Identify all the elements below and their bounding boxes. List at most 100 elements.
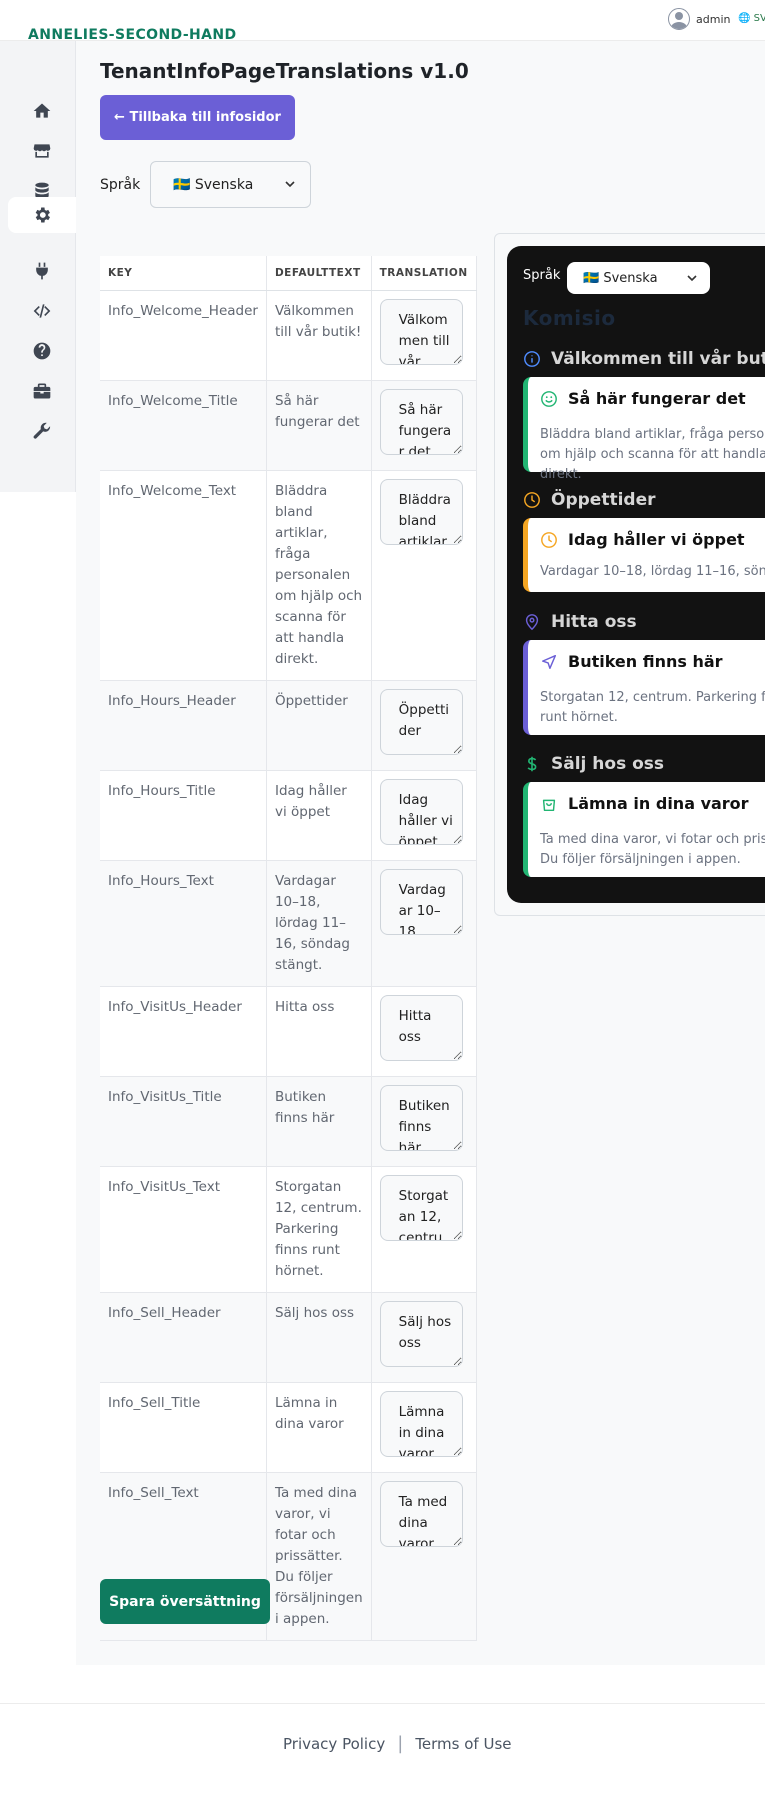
footer-links: Privacy Policy | Terms of Use	[283, 1733, 512, 1754]
preview-info-card: Så här fungerar det Bläddra bland artikl…	[523, 377, 765, 482]
save-translation-button[interactable]: Spara översättning	[100, 1579, 270, 1624]
translation-input[interactable]: Sälj hos oss	[379, 1300, 463, 1367]
navigation-icon	[541, 654, 557, 669]
translation-cell: Välkommen till vår butik!	[371, 290, 477, 381]
preview-card-text: Ta med dina varor, vi fotar och prissätt…	[540, 832, 765, 867]
username: admin	[696, 12, 731, 26]
wrench-icon	[33, 422, 51, 439]
default-text-cell: Välkommen till vår butik!	[266, 290, 372, 381]
preview-language-value: 🇸🇪 Svenska	[583, 270, 658, 286]
info-circle-icon	[524, 351, 540, 367]
footer-separator: |	[397, 1733, 404, 1754]
table-row: Info_VisitUs_Title Butiken finns här Butik…	[100, 1076, 477, 1167]
map-pin-icon	[525, 614, 539, 631]
preview-card-title: Så här fungerar det	[540, 389, 746, 408]
translation-input[interactable]: Vardagar 10–18, lördag 11–16, söndag stä…	[379, 868, 463, 935]
sidebar-item-settings[interactable]	[8, 197, 76, 233]
default-text-cell: Sälj hos oss	[266, 1292, 372, 1383]
translation-cell: Sälj hos oss	[371, 1292, 477, 1383]
translation-input[interactable]: Butiken finns här	[379, 1084, 463, 1151]
sidebar-item-integrations[interactable]	[8, 253, 76, 289]
language-switcher[interactable]: 🌐 SV	[738, 13, 765, 24]
user-menu[interactable]: admin	[668, 8, 730, 30]
preview-card-title: Idag håller vi öppet	[540, 530, 745, 549]
default-text-cell: Öppettider	[266, 680, 372, 771]
chevron-down-icon	[285, 181, 295, 188]
sidebar-item-help[interactable]	[8, 333, 76, 369]
sidebar-item-maintenance[interactable]	[8, 413, 76, 449]
preview-section-header: Välkommen till vår butik!	[523, 349, 765, 369]
translation-cell: Ta med dina varor, vi fotar och prissätt…	[371, 1472, 477, 1641]
translation-cell: Hitta oss	[371, 986, 477, 1077]
table-row: Info_Welcome_Header Välkommen till vår bu…	[100, 290, 477, 381]
column-header-key: KEY	[100, 256, 267, 291]
sidebar-item-store[interactable]	[8, 133, 76, 169]
language-select[interactable]: 🇸🇪 Svenska	[150, 161, 311, 208]
plug-icon	[36, 262, 48, 280]
translations-table: KEY DEFAULTTEXT TRANSLATION Info_Welcome…	[100, 256, 477, 1641]
preview-card-text: Storgatan 12, centrum. Parkering finns r…	[540, 690, 765, 725]
sidebar-item-tools[interactable]	[8, 373, 76, 409]
key-cell: Info_Hours_Text	[100, 860, 267, 987]
default-text-cell: Storgatan 12, centrum. Parkering finns r…	[266, 1166, 372, 1293]
sidebar-item-developer[interactable]	[8, 293, 76, 329]
translation-input[interactable]: Lämna in dina varor	[379, 1390, 463, 1457]
translation-input[interactable]: Hitta oss	[379, 994, 463, 1061]
default-text-cell: Ta med dina varor, vi fotar och prissätt…	[266, 1472, 372, 1641]
preview-info-card: Butiken finns här Storgatan 12, centrum.…	[523, 640, 765, 735]
preview-section-header-text: Sälj hos oss	[551, 754, 665, 774]
preview-card-title-text: Lämna in dina varor	[568, 794, 749, 813]
column-header-defaulttext: DEFAULTTEXT	[266, 256, 372, 291]
privacy-policy-link[interactable]: Privacy Policy	[283, 1735, 385, 1753]
translation-input[interactable]: Välkommen till vår butik!	[379, 298, 463, 365]
translation-cell: Så här fungerar det	[371, 380, 477, 471]
home-icon	[33, 103, 51, 118]
translation-cell: Vardagar 10–18, lördag 11–16, söndag stä…	[371, 860, 477, 987]
sidebar	[0, 41, 76, 492]
preview-card-title: Butiken finns här	[540, 652, 723, 671]
table-row: Info_Welcome_Text Bläddra bland artiklar,…	[100, 470, 477, 681]
question-circle-icon	[33, 342, 51, 360]
preview-section-header-text: Öppettider	[551, 490, 656, 510]
default-text-cell: Butiken finns här	[266, 1076, 372, 1167]
default-text-cell: Lämna in dina varor	[266, 1382, 372, 1473]
back-to-info-pages-button[interactable]: ← Tillbaka till infosidor	[100, 95, 295, 140]
language-select-value: 🇸🇪 Svenska	[173, 176, 254, 193]
language-label: Språk	[100, 177, 141, 193]
translation-input[interactable]: Öppettider	[379, 688, 463, 755]
preview-brand: Komisio	[523, 306, 616, 330]
table-row: Info_VisitUs_Header Hitta oss Hitta oss	[100, 986, 477, 1077]
translation-input[interactable]: Så här fungerar det	[379, 388, 463, 455]
table-row: Info_Sell_Title Lämna in dina varor Lämna …	[100, 1382, 477, 1473]
preview-card-title-text: Så här fungerar det	[568, 389, 746, 408]
preview-info-card: Lämna in dina varor Ta med dina varor, v…	[523, 782, 765, 877]
preview-info-card: Idag håller vi öppet Vardagar 10–18, lör…	[523, 518, 765, 592]
preview-language-select[interactable]: 🇸🇪 Svenska	[567, 262, 710, 294]
top-bar: ANNELIES-SECOND-HAND admin 🌐 SV	[0, 0, 765, 43]
preview-card-text: Vardagar 10–18, lördag 11–16, söndag stä…	[540, 564, 765, 579]
translation-input[interactable]: Storgatan 12, centrum. Parkering finns r…	[379, 1174, 463, 1241]
code-icon	[33, 304, 51, 318]
translation-cell: Öppettider	[371, 680, 477, 771]
shopping-bag-icon	[542, 799, 556, 811]
table-row: Info_Welcome_Title Så här fungerar det Så …	[100, 380, 477, 471]
key-cell: Info_Welcome_Text	[100, 470, 267, 681]
default-text-cell: Hitta oss	[266, 986, 372, 1077]
default-text-cell: Så här fungerar det	[266, 380, 372, 471]
terms-of-use-link[interactable]: Terms of Use	[415, 1735, 511, 1753]
translation-input[interactable]: Ta med dina varor, vi fotar och prissätt…	[379, 1480, 463, 1547]
sidebar-item-home[interactable]	[8, 93, 76, 129]
clock-icon	[524, 492, 540, 508]
key-cell: Info_Sell_Header	[100, 1292, 267, 1383]
store-icon	[33, 144, 51, 158]
table-row: Info_Hours_Title Idag håller vi öppet Idag…	[100, 770, 477, 861]
user-avatar-icon	[668, 8, 690, 30]
translation-input[interactable]: Idag håller vi öppet	[379, 778, 463, 845]
key-cell: Info_VisitUs_Header	[100, 986, 267, 1077]
translation-input[interactable]: Bläddra bland artiklar, fråga personalen…	[379, 478, 463, 545]
preview-card-title-text: Butiken finns här	[568, 652, 723, 671]
key-cell: Info_VisitUs_Title	[100, 1076, 267, 1167]
key-cell: Info_Sell_Title	[100, 1382, 267, 1473]
chevron-down-icon	[687, 275, 697, 282]
preview-section-header: Öppettider	[523, 490, 655, 510]
